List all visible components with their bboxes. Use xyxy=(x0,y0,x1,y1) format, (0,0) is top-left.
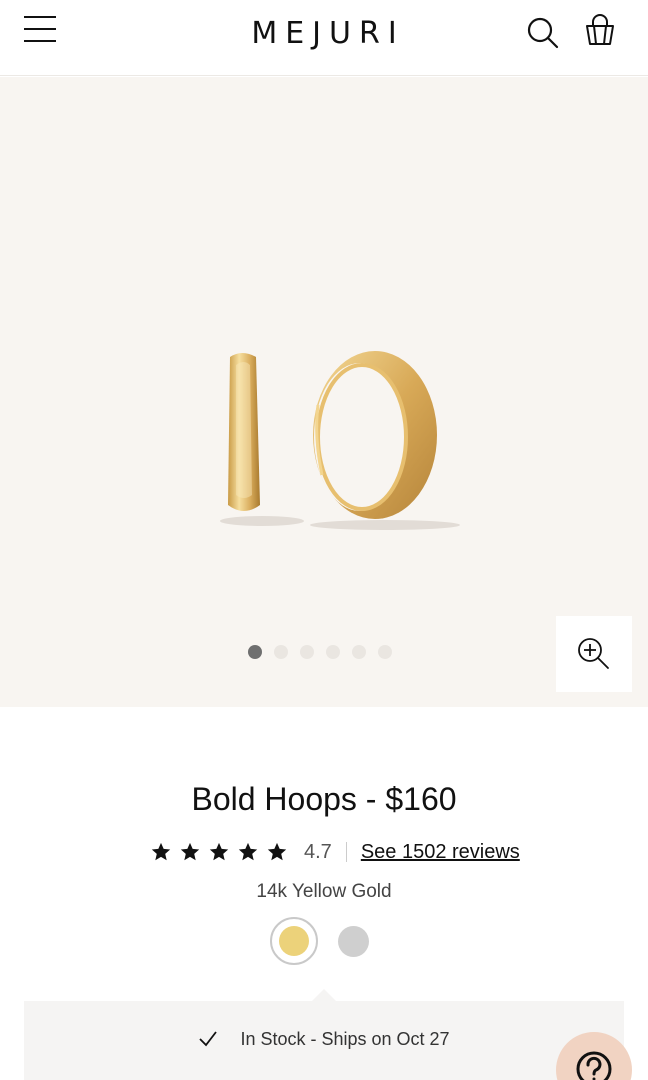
star-icon xyxy=(209,842,229,861)
color-swatches xyxy=(270,917,380,967)
carousel-dot[interactable] xyxy=(300,645,314,659)
stock-status-box: In Stock - Ships on Oct 27 xyxy=(24,1001,624,1080)
star-rating xyxy=(150,841,288,863)
star-icon xyxy=(180,842,200,861)
search-icon[interactable] xyxy=(526,16,560,50)
stock-status-text: In Stock - Ships on Oct 27 xyxy=(240,1029,450,1049)
checkmark-icon xyxy=(199,1031,218,1047)
star-icon xyxy=(151,842,171,861)
swatch-yellow-gold-color[interactable] xyxy=(279,926,309,956)
divider xyxy=(345,842,347,862)
carousel-dots xyxy=(248,645,392,661)
carousel-dot[interactable] xyxy=(274,645,288,659)
product-image-gallery[interactable] xyxy=(0,77,648,707)
carousel-dot[interactable] xyxy=(352,645,366,659)
carousel-dot[interactable] xyxy=(378,645,392,659)
material-label: 14k Yellow Gold xyxy=(256,881,392,902)
help-question-icon xyxy=(576,1051,612,1080)
stock-box-pointer xyxy=(312,989,336,1001)
site-header: MEJURI xyxy=(0,0,648,76)
shopping-bag-icon[interactable] xyxy=(583,12,617,50)
reviews-link[interactable]: See 1502 reviews xyxy=(361,841,520,864)
zoom-in-icon xyxy=(578,638,609,669)
stock-status: In Stock - Ships on Oct 27 xyxy=(24,1029,624,1050)
star-icon xyxy=(238,842,258,861)
rating-row: 4.7 See 1502 reviews xyxy=(150,839,520,865)
swatch-silver[interactable] xyxy=(338,926,369,957)
star-icon xyxy=(267,842,287,861)
carousel-dot[interactable] xyxy=(248,645,262,659)
carousel-dot[interactable] xyxy=(326,645,340,659)
product-title: Bold Hoops - $160 xyxy=(191,781,457,817)
product-image xyxy=(220,351,460,530)
product-info: Bold Hoops - $160 4.7 See 1502 reviews 1… xyxy=(0,707,648,1080)
zoom-button[interactable] xyxy=(556,616,632,692)
rating-value: 4.7 xyxy=(304,840,332,863)
